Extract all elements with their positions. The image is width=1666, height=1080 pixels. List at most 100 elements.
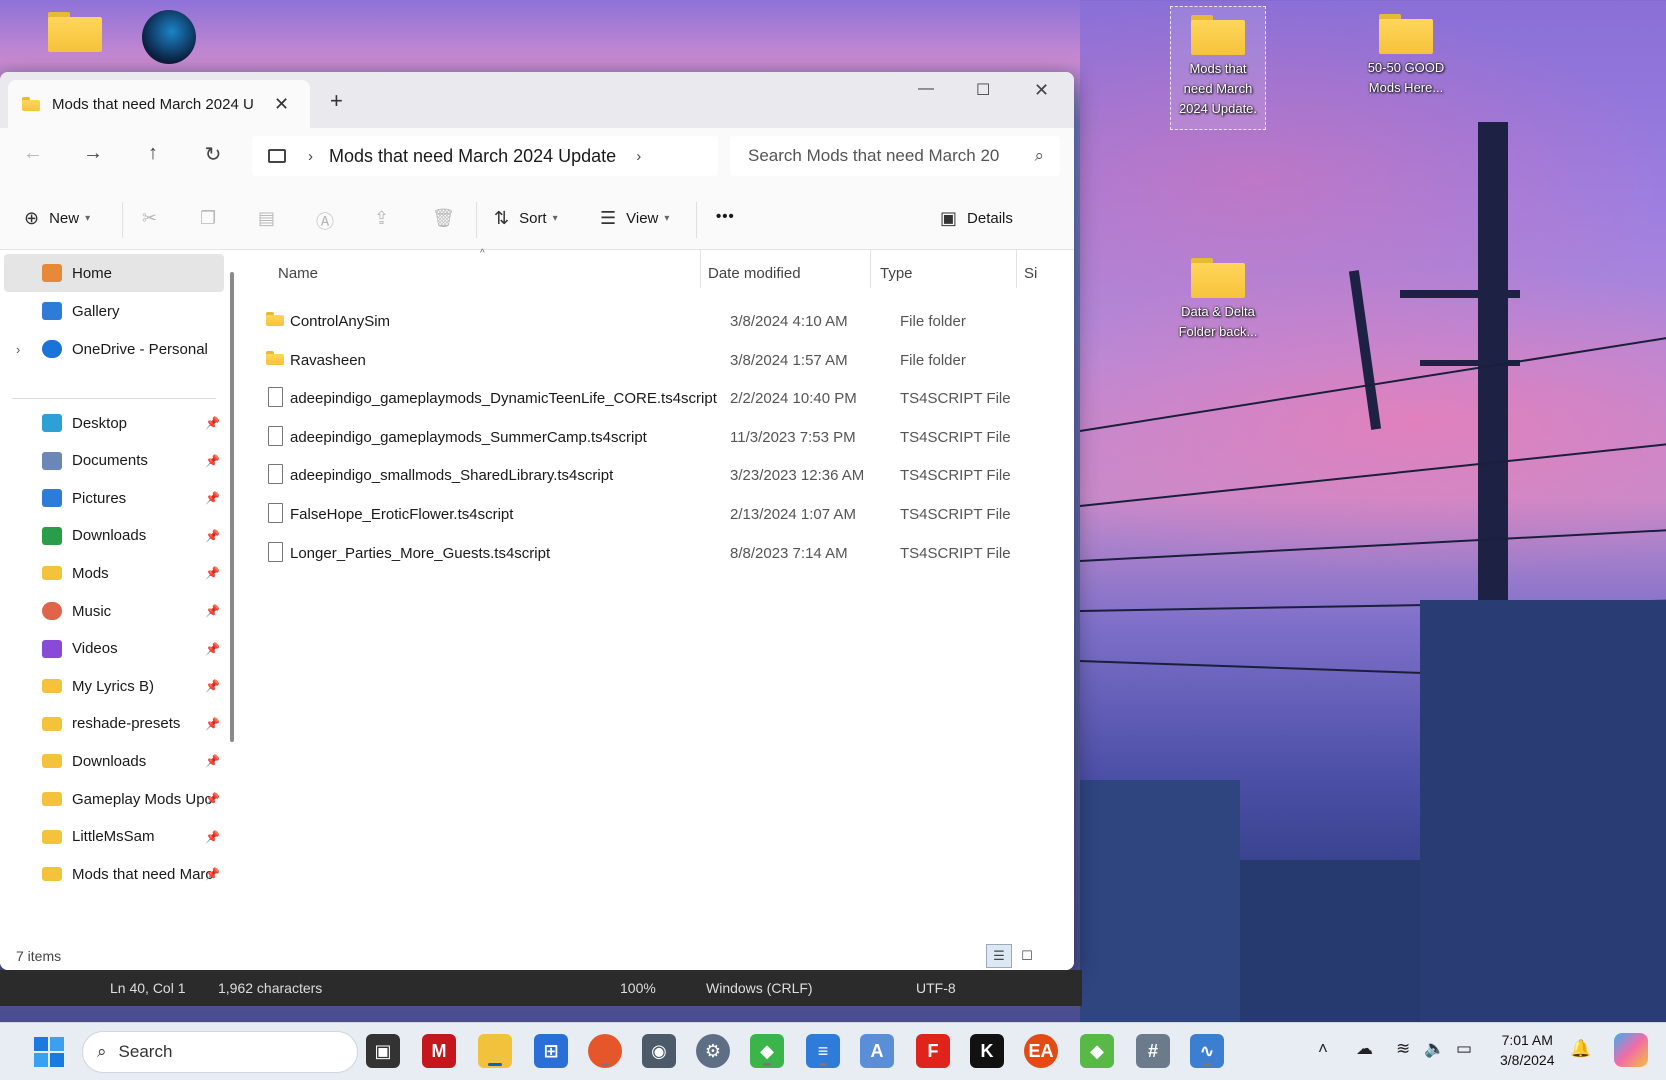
- sidebar-item-mods-that-need-marc[interactable]: Mods that need Marc 📌: [4, 855, 224, 893]
- pin-icon[interactable]: 📌: [205, 792, 220, 806]
- chevron-up-icon[interactable]: ˄: [1318, 1039, 1328, 1059]
- address-bar[interactable]: › Mods that need March 2024 Update ›: [252, 136, 718, 176]
- cut-button[interactable]: ✂: [142, 208, 167, 229]
- firefox-icon[interactable]: [588, 1034, 622, 1068]
- settings-gear-icon[interactable]: ⚙: [696, 1034, 730, 1068]
- wifi-icon[interactable]: ≋: [1396, 1039, 1410, 1059]
- back-button[interactable]: ←: [18, 142, 48, 165]
- inkscape-icon[interactable]: K: [970, 1034, 1004, 1068]
- up-button[interactable]: ↑: [138, 142, 168, 165]
- sidebar-item-gallery[interactable]: Gallery: [4, 292, 224, 330]
- new-button[interactable]: ⊕ New ▾: [24, 208, 90, 229]
- file-row[interactable]: adeepindigo_gameplaymods_DynamicTeenLife…: [264, 379, 1064, 419]
- camera-icon[interactable]: ◉: [642, 1034, 676, 1068]
- column-name[interactable]: Name: [278, 256, 318, 290]
- sidebar-item-reshade-presets[interactable]: reshade-presets 📌: [4, 705, 224, 743]
- file-row[interactable]: adeepindigo_smallmods_SharedLibrary.ts4s…: [264, 456, 1064, 496]
- sidebar-item-documents[interactable]: Documents 📌: [4, 442, 224, 480]
- desktop-folder-icon[interactable]: [40, 8, 110, 58]
- forward-button[interactable]: →: [78, 142, 108, 165]
- refresh-button[interactable]: ↻: [198, 142, 228, 167]
- pin-icon[interactable]: 📌: [205, 491, 220, 505]
- sims-plumbob-icon[interactable]: ◆: [750, 1034, 784, 1068]
- delete-button[interactable]: 🗑: [432, 208, 465, 229]
- task-view-icon[interactable]: ▣: [366, 1034, 400, 1068]
- file-row[interactable]: ControlAnySim 3/8/2024 4:10 AM File folder: [264, 302, 1064, 342]
- sidebar-item-my-lyrics-b[interactable]: My Lyrics B) 📌: [4, 667, 224, 705]
- sidebar-item-downloads[interactable]: Downloads 📌: [4, 517, 224, 555]
- mcafee-icon[interactable]: M: [422, 1034, 456, 1068]
- pin-icon[interactable]: 📌: [205, 642, 220, 656]
- pin-icon[interactable]: 📌: [205, 416, 220, 430]
- column-divider[interactable]: [870, 250, 871, 288]
- pin-icon[interactable]: 📌: [205, 717, 220, 731]
- chevron-right-icon[interactable]: ›: [16, 342, 20, 357]
- column-date-modified[interactable]: Date modified: [708, 256, 801, 290]
- file-row[interactable]: adeepindigo_gameplaymods_SummerCamp.ts4s…: [264, 418, 1064, 458]
- copilot-icon[interactable]: [1614, 1033, 1648, 1067]
- file-row[interactable]: Ravasheen 3/8/2024 1:57 AM File folder: [264, 341, 1064, 381]
- details-pane-button[interactable]: ▣ Details: [940, 208, 1013, 229]
- resource-monitor-icon[interactable]: ∿: [1190, 1034, 1224, 1068]
- tab-current-folder[interactable]: Mods that need March 2024 U ✕: [8, 80, 310, 128]
- sidebar-item-desktop[interactable]: Desktop 📌: [4, 404, 224, 442]
- file-row[interactable]: FalseHope_EroticFlower.ts4script 2/13/202…: [264, 495, 1064, 535]
- column-size[interactable]: Si: [1024, 256, 1037, 290]
- sidebar-item-littlemssam[interactable]: LittleMsSam 📌: [4, 818, 224, 856]
- copy-button[interactable]: ❐: [200, 208, 226, 229]
- notification-bell-icon[interactable]: 🔔: [1570, 1039, 1591, 1059]
- close-tab-icon[interactable]: ✕: [274, 94, 289, 115]
- rename-button[interactable]: Ⓐ: [316, 208, 344, 234]
- close-button[interactable]: ✕: [1034, 80, 1049, 101]
- sort-button[interactable]: ⇅ Sort ▾: [494, 208, 558, 229]
- notepad-icon[interactable]: ≡: [806, 1034, 840, 1068]
- column-divider[interactable]: [700, 250, 701, 288]
- wordpad-icon[interactable]: A: [860, 1034, 894, 1068]
- new-tab-button[interactable]: +: [330, 88, 343, 114]
- more-options-button[interactable]: •••: [716, 208, 735, 225]
- file-explorer-icon[interactable]: [478, 1034, 512, 1068]
- volume-icon[interactable]: 🔈: [1424, 1039, 1445, 1059]
- minimize-button[interactable]: —: [918, 80, 934, 98]
- column-type[interactable]: Type: [880, 256, 913, 290]
- sidebar-item-gameplay-mods-upc[interactable]: Gameplay Mods Upc 📌: [4, 780, 224, 818]
- large-icons-view-button[interactable]: ☐: [1014, 944, 1040, 968]
- onedrive-sync-icon[interactable]: ☁: [1356, 1039, 1373, 1059]
- sidebar-item-pictures[interactable]: Pictures 📌: [4, 479, 224, 517]
- sidebar-scrollbar[interactable]: [230, 272, 234, 742]
- taskbar-search[interactable]: ⌕ Search: [82, 1031, 358, 1073]
- desktop-icon-good-mods[interactable]: 50-50 GOOD Mods Here...: [1358, 6, 1454, 110]
- desktop-icon-mods-march[interactable]: Mods that need March 2024 Update.: [1170, 6, 1266, 130]
- pin-icon[interactable]: 📌: [205, 566, 220, 580]
- sidebar-item-home[interactable]: Home: [4, 254, 224, 292]
- sidebar-item-music[interactable]: Music 📌: [4, 592, 224, 630]
- steam-shortcut-icon[interactable]: [136, 8, 202, 70]
- sidebar-item-downloads[interactable]: Downloads 📌: [4, 742, 224, 780]
- pin-icon[interactable]: 📌: [205, 454, 220, 468]
- chevron-right-icon[interactable]: ›: [636, 148, 641, 165]
- pin-icon[interactable]: 📌: [205, 679, 220, 693]
- sidebar-item-mods[interactable]: Mods 📌: [4, 554, 224, 592]
- breadcrumb-current[interactable]: Mods that need March 2024 Update: [329, 146, 616, 167]
- pin-icon[interactable]: 📌: [205, 867, 220, 881]
- clock[interactable]: 7:01 AM 3/8/2024: [1500, 1030, 1555, 1070]
- start-button[interactable]: [34, 1037, 64, 1067]
- details-view-button[interactable]: ☰: [986, 944, 1012, 968]
- search-input[interactable]: Search Mods that need March 20 ⌕: [730, 136, 1060, 176]
- column-divider[interactable]: [1016, 250, 1017, 288]
- ea-icon[interactable]: EA: [1024, 1034, 1058, 1068]
- pin-icon[interactable]: 📌: [205, 830, 220, 844]
- desktop-icon-data-delta[interactable]: Data & Delta Folder back...: [1170, 250, 1266, 350]
- calculator-icon[interactable]: #: [1136, 1034, 1170, 1068]
- sidebar-item-videos[interactable]: Videos 📌: [4, 630, 224, 668]
- paste-button[interactable]: ▤: [258, 208, 285, 229]
- sidebar-item-onedrive-personal[interactable]: › OneDrive - Personal: [4, 330, 224, 368]
- pin-icon[interactable]: 📌: [205, 604, 220, 618]
- pin-icon[interactable]: 📌: [205, 529, 220, 543]
- battery-icon[interactable]: ▭: [1456, 1039, 1472, 1059]
- sims-plumbob-alt-icon[interactable]: ◆: [1080, 1034, 1114, 1068]
- share-button[interactable]: ⇪: [374, 208, 399, 229]
- view-button[interactable]: ☰ View ▾: [600, 208, 669, 229]
- foxit-icon[interactable]: F: [916, 1034, 950, 1068]
- store-icon[interactable]: ⊞: [534, 1034, 568, 1068]
